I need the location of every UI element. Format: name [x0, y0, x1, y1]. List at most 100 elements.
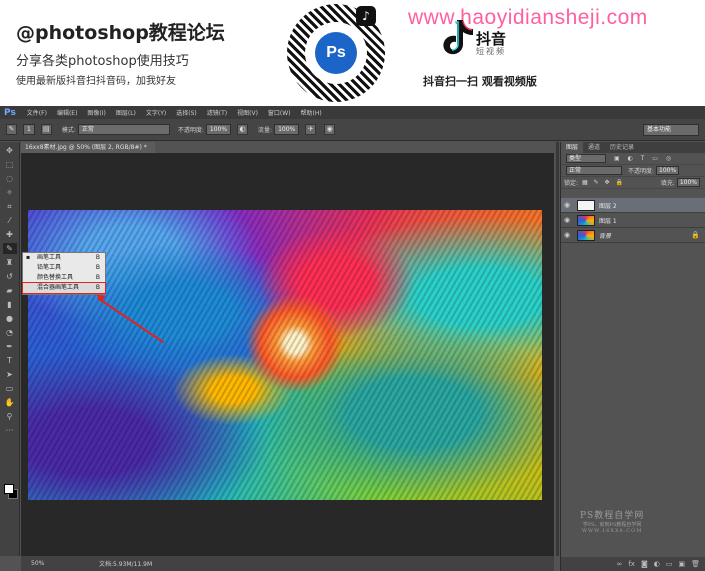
blur-tool-icon[interactable]: ●: [3, 313, 17, 324]
promo-title: @photoshop教程论坛: [16, 22, 225, 44]
layer-name: 图层 1: [599, 217, 617, 225]
pen-tool-icon[interactable]: ✒: [3, 341, 17, 352]
document-size[interactable]: 文档:5.93M/11.9M: [63, 559, 152, 568]
options-bar: ✎ 1 ▤ 模式: 正常 不透明度: 100% ◐ 流量: 100% ✈ ◉ 基…: [0, 119, 705, 141]
tiktok-badge-icon: ♪: [356, 6, 376, 26]
mode-select[interactable]: 正常: [77, 124, 170, 135]
lock-label: 锁定:: [564, 180, 579, 187]
layer-filter-icons[interactable]: ▣ ◐ T ▭ ◎: [614, 155, 674, 162]
flow-input[interactable]: 100%: [274, 124, 300, 135]
menu-help[interactable]: 帮助(H): [296, 108, 327, 117]
stamp-tool-icon[interactable]: ♜: [3, 257, 17, 268]
layer-thumbnail: [577, 214, 595, 226]
dodge-tool-icon[interactable]: ◔: [3, 327, 17, 338]
visibility-eye-icon[interactable]: ◉: [561, 231, 573, 239]
layer-kind-select[interactable]: 类型: [566, 154, 606, 163]
brush-panel-icon[interactable]: ▤: [40, 124, 52, 135]
eraser-tool-icon[interactable]: ▰: [3, 285, 17, 296]
zoom-tool-icon[interactable]: ⚲: [3, 411, 17, 422]
crop-tool-icon[interactable]: ⌗: [3, 201, 17, 212]
menu-filter[interactable]: 滤镜(T): [202, 108, 232, 117]
layer-row[interactable]: ◉ 背景 🔒: [561, 228, 705, 243]
visibility-eye-icon[interactable]: ◉: [561, 216, 573, 224]
layer-style-icon[interactable]: fx: [628, 560, 635, 568]
layer-row[interactable]: ◉ 图层 1: [561, 213, 705, 228]
selected-bullet-icon: ▪: [26, 254, 31, 261]
menu-window[interactable]: 窗口(W): [263, 108, 296, 117]
gradient-tool-icon[interactable]: ▮: [3, 299, 17, 310]
flyout-item-color-replace[interactable]: 颜色替换工具 B: [23, 273, 105, 283]
tab-layers[interactable]: 图层: [561, 142, 584, 153]
layer-name: 图层 2: [599, 202, 617, 210]
layer-thumbnail: [577, 199, 595, 211]
history-brush-tool-icon[interactable]: ↺: [3, 271, 17, 282]
quick-select-tool-icon[interactable]: ✧: [3, 187, 17, 198]
adjustment-layer-icon[interactable]: ◐: [654, 560, 660, 568]
document-tab[interactable]: 16xx8素材.jpg @ 50% (图层 2, RGB/8#) *: [21, 142, 155, 153]
panel-opacity-label: 不透明度:: [628, 168, 655, 175]
new-group-icon[interactable]: ▭: [666, 560, 673, 568]
panel-footer: ∞ fx ◙ ◐ ▭ ▣ 🗑: [561, 557, 705, 571]
lasso-tool-icon[interactable]: ◌: [3, 173, 17, 184]
eyedropper-tool-icon[interactable]: ⁄: [3, 215, 17, 226]
brush-tools-flyout: ▪ 画笔工具 B 铅笔工具 B 颜色替换工具 B 混合器画笔工具 B: [22, 252, 106, 295]
menu-image[interactable]: 图像(I): [82, 108, 110, 117]
fill-input[interactable]: 100%: [676, 178, 700, 187]
flyout-item-pencil[interactable]: 铅笔工具 B: [23, 263, 105, 273]
add-mask-icon[interactable]: ◙: [641, 560, 648, 568]
flyout-item-mixer-brush[interactable]: 混合器画笔工具 B: [22, 282, 106, 294]
toolbox: ✥ ⬚ ◌ ✧ ⌗ ⁄ ✚ ✎ ♜ ↺ ▰ ▮ ● ◔ ✒ T ➤ ▭ ✋ ⚲ …: [0, 142, 20, 556]
panel-tabs: 图层 通道 历史记录: [561, 142, 705, 153]
brush-tool-icon[interactable]: ✎: [2, 243, 17, 254]
blend-mode-select[interactable]: 正常: [566, 166, 622, 175]
layer-filter-row: 类型 ▣ ◐ T ▭ ◎: [561, 153, 705, 165]
douyin-sub: 短视频: [476, 47, 506, 56]
tab-channels[interactable]: 通道: [583, 142, 605, 153]
lock-icon: 🔒: [691, 231, 700, 239]
fill-label: 填充:: [660, 180, 675, 187]
menu-type[interactable]: 文字(Y): [141, 108, 171, 117]
healing-tool-icon[interactable]: ✚: [3, 229, 17, 240]
workspace-select[interactable]: 基本功能: [643, 124, 699, 136]
panel-opacity-input[interactable]: 100%: [656, 166, 680, 175]
airbrush-icon[interactable]: ✈: [305, 124, 317, 135]
menu-bar: Ps 文件(F) 编辑(E) 图像(I) 图层(L) 文字(Y) 选择(S) 滤…: [0, 106, 705, 119]
hand-tool-icon[interactable]: ✋: [3, 397, 17, 408]
brush-size-picker[interactable]: 1: [23, 124, 35, 135]
tab-history[interactable]: 历史记录: [605, 142, 639, 153]
opacity-label: 不透明度:: [177, 127, 204, 134]
layer-row[interactable]: ◉ 图层 2: [561, 198, 705, 213]
layer-name: 背景: [599, 232, 612, 240]
menu-view[interactable]: 视图(V): [232, 108, 263, 117]
more-tools-icon[interactable]: ···: [3, 425, 17, 436]
pressure-opacity-icon[interactable]: ◐: [237, 124, 249, 135]
move-tool-icon[interactable]: ✥: [3, 145, 17, 156]
flyout-item-brush[interactable]: ▪ 画笔工具 B: [23, 253, 105, 263]
promo-subtitle: 分享各类photoshop使用技巧: [16, 54, 189, 69]
visibility-eye-icon[interactable]: ◉: [561, 201, 573, 209]
menu-layer[interactable]: 图层(L): [111, 108, 141, 117]
douyin-logo-icon: [443, 20, 473, 55]
lock-icons[interactable]: ▦ ✎ ✥ 🔒: [582, 179, 625, 186]
zoom-level[interactable]: 50%: [21, 560, 63, 567]
opacity-input[interactable]: 100%: [205, 124, 232, 135]
shape-tool-icon[interactable]: ▭: [3, 383, 17, 394]
layers-list: ◉ 图层 2 ◉ 图层 1 ◉ 背景 🔒: [561, 198, 705, 243]
brush-preset-icon[interactable]: ✎: [6, 124, 17, 135]
menu-edit[interactable]: 编辑(E): [52, 108, 82, 117]
marquee-tool-icon[interactable]: ⬚: [3, 159, 17, 170]
delete-layer-icon[interactable]: 🗑: [691, 560, 700, 568]
panel-minidock[interactable]: [556, 142, 559, 556]
path-select-tool-icon[interactable]: ➤: [3, 369, 17, 380]
type-tool-icon[interactable]: T: [3, 355, 17, 366]
pressure-size-icon[interactable]: ◉: [324, 124, 336, 135]
new-layer-icon[interactable]: ▣: [678, 560, 685, 568]
foreground-color-swatch[interactable]: [4, 484, 14, 494]
menu-file[interactable]: 文件(F): [22, 108, 52, 117]
promo-banner: @photoshop教程论坛 分享各类photoshop使用技巧 使用最新版抖音…: [0, 0, 705, 106]
link-layers-icon[interactable]: ∞: [617, 560, 623, 568]
watermark: PS教程自学网 学PS，就到PS教程自学网 WWW.16XX8.COM: [580, 511, 645, 534]
flow-label: 流量:: [258, 127, 273, 134]
douyin-caption: 抖音扫一扫 观看视频版: [423, 75, 537, 88]
menu-select[interactable]: 选择(S): [171, 108, 202, 117]
